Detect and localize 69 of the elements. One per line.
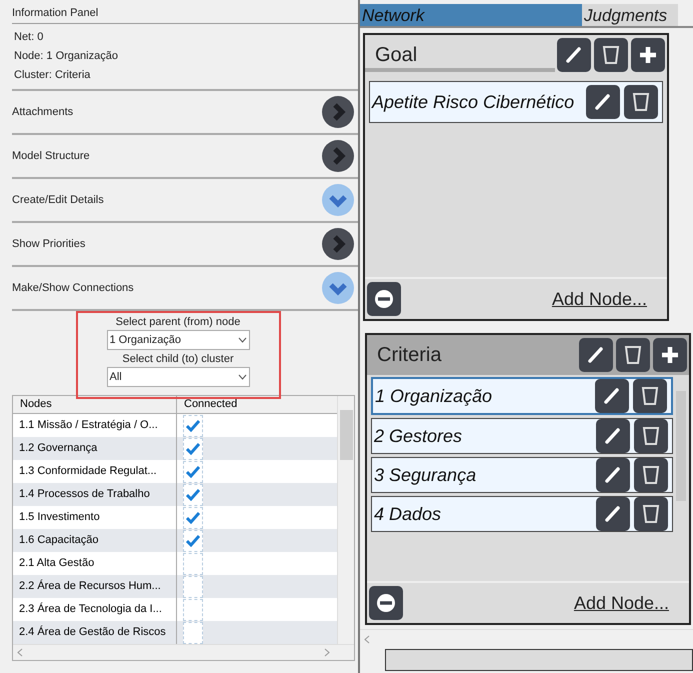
- edit-button[interactable]: [596, 458, 630, 492]
- delete-button[interactable]: [634, 419, 668, 453]
- node-card[interactable]: 3 Segurança: [371, 457, 673, 493]
- field-label: Select child (to) cluster: [122, 352, 234, 367]
- node-card[interactable]: 4 Dados: [371, 496, 673, 532]
- caret-icon: [238, 337, 246, 343]
- edit-button[interactable]: [579, 338, 613, 372]
- checkbox[interactable]: [183, 484, 203, 506]
- dropdown[interactable]: All: [106, 367, 250, 387]
- checkmark-icon: [186, 466, 200, 478]
- section-header[interactable]: Model Structure: [12, 133, 358, 177]
- node-card[interactable]: 1 Organização: [371, 377, 673, 415]
- remove-button[interactable]: [369, 586, 403, 620]
- edit-button[interactable]: [595, 379, 629, 413]
- checkmark-icon: [186, 442, 200, 454]
- chevron-right-icon[interactable]: [322, 228, 354, 260]
- checkmark-icon: [186, 534, 200, 546]
- field-label: Select parent (from) node: [116, 315, 240, 330]
- minus-circle-icon: [372, 287, 396, 311]
- delete-button[interactable]: [634, 458, 668, 492]
- edit-button[interactable]: [557, 38, 591, 72]
- info-text: Net: 0: [14, 30, 44, 45]
- section-header[interactable]: Create/Edit Details: [12, 177, 358, 221]
- vertical-scrollbar[interactable]: [337, 396, 354, 644]
- delete-button[interactable]: [624, 85, 658, 119]
- section-header[interactable]: Make/Show Connections: [12, 265, 358, 309]
- delete-button[interactable]: [633, 379, 667, 413]
- node-card[interactable]: 2 Gestores: [371, 418, 673, 454]
- cluster-title: Criteria: [376, 343, 442, 368]
- edit-button[interactable]: [596, 419, 630, 453]
- section-header[interactable]: Attachments: [12, 89, 358, 133]
- remove-button[interactable]: [367, 282, 401, 316]
- delete-button[interactable]: [594, 38, 628, 72]
- info-text: Node: 1 Organização: [14, 49, 119, 64]
- delete-button[interactable]: [616, 338, 650, 372]
- column-header[interactable]: Nodes: [13, 396, 177, 413]
- checkbox[interactable]: [183, 438, 203, 460]
- edit-button[interactable]: [596, 497, 630, 531]
- column-header[interactable]: Connected: [177, 396, 337, 413]
- add-button[interactable]: [631, 38, 665, 72]
- checkbox[interactable]: [183, 598, 203, 620]
- checkbox[interactable]: [183, 460, 203, 482]
- delete-button[interactable]: [634, 497, 668, 531]
- checkmark-icon: [186, 512, 200, 524]
- tab[interactable]: Judgments: [582, 4, 678, 26]
- checkbox[interactable]: [183, 530, 203, 552]
- checkmark-icon: [186, 420, 200, 432]
- chevron-right-icon[interactable]: [322, 96, 354, 128]
- checkmark-icon: [186, 488, 200, 500]
- section-header[interactable]: Show Priorities: [12, 221, 358, 265]
- node-card[interactable]: Apetite Risco Cibernético: [369, 81, 663, 123]
- minus-circle-icon: [374, 591, 398, 615]
- tab[interactable]: Network: [360, 4, 582, 26]
- dropdown[interactable]: 1 Organização: [106, 330, 250, 350]
- chevron-down-icon[interactable]: [322, 184, 354, 216]
- caret-icon: [238, 374, 246, 380]
- checkbox[interactable]: [183, 552, 203, 574]
- checkbox[interactable]: [183, 414, 203, 436]
- add-button[interactable]: [653, 338, 687, 372]
- chevron-down-icon[interactable]: [322, 272, 354, 304]
- checkbox[interactable]: [183, 506, 203, 528]
- add-node-link[interactable]: Add Node...: [574, 590, 669, 616]
- chevron-right-icon[interactable]: [322, 140, 354, 172]
- edit-button[interactable]: [586, 85, 620, 119]
- add-node-link[interactable]: Add Node...: [552, 286, 647, 312]
- cluster-title: Goal: [365, 38, 555, 72]
- checkbox[interactable]: [183, 622, 203, 644]
- info-text: Cluster: Criteria: [14, 68, 92, 83]
- checkbox[interactable]: [183, 576, 203, 598]
